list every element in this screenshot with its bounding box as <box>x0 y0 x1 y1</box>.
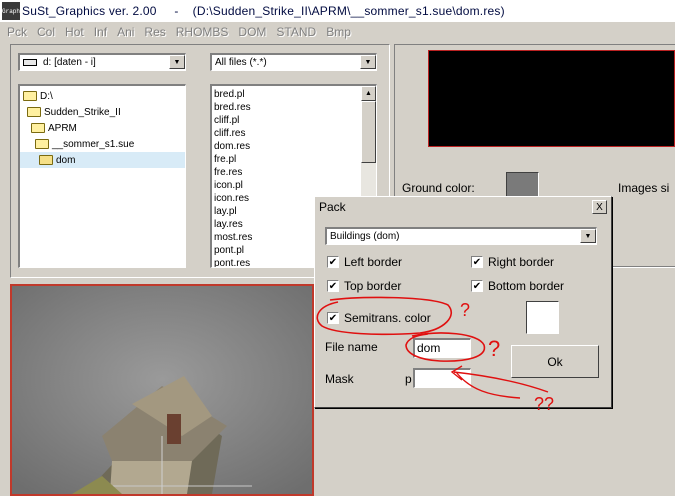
window-title: SuSt_Graphics ver. 2.00 - (D:\Sudden_Str… <box>22 4 505 18</box>
open-folder-icon <box>31 123 45 133</box>
title-bar: Graph SuSt_Graphics ver. 2.00 - (D:\Sudd… <box>0 0 675 22</box>
menu-inf[interactable]: Inf <box>94 25 107 39</box>
chevron-down-icon[interactable]: ▼ <box>360 55 376 69</box>
left-border-label: Left border <box>344 255 403 269</box>
list-item[interactable]: cliff.res <box>212 127 376 140</box>
menu-bar: Pck Col Hot Inf Ani Res RHOMBS DOM STAND… <box>0 22 675 42</box>
menu-hot[interactable]: Hot <box>65 25 84 39</box>
tree-item-d-drive[interactable]: D:\ <box>20 88 185 104</box>
pack-dialog: Pack X Buildings (dom) ▼ ✔ Left border ✔ R… <box>314 196 612 408</box>
scroll-thumb[interactable] <box>361 101 376 163</box>
pack-type-select[interactable]: Buildings (dom) ▼ <box>325 227 597 245</box>
list-item[interactable]: cliff.pl <box>212 114 376 127</box>
semitrans-color-label: Semitrans. color <box>344 311 431 325</box>
open-folder-icon <box>27 107 41 117</box>
semitrans-color-swatch[interactable] <box>526 301 559 334</box>
app-icon: Graph <box>2 2 20 20</box>
menu-dom[interactable]: DOM <box>238 25 266 39</box>
mask-input[interactable] <box>413 368 471 388</box>
close-icon[interactable]: X <box>592 200 607 214</box>
file-name-label: File name <box>325 340 378 354</box>
menu-bmp[interactable]: Bmp <box>326 25 351 39</box>
check-icon: ✔ <box>471 256 483 268</box>
list-item[interactable]: bred.pl <box>212 88 376 101</box>
right-panel-divider <box>612 266 675 268</box>
chevron-down-icon[interactable]: ▼ <box>580 229 596 243</box>
menu-rhombs[interactable]: RHOMBS <box>176 25 229 39</box>
menu-res[interactable]: Res <box>144 25 165 39</box>
menu-stand[interactable]: STAND <box>276 25 316 39</box>
tree-item-aprm[interactable]: APRM <box>20 120 185 136</box>
dialog-title-bar: Pack X <box>315 197 611 217</box>
drive-value: d: [daten - i] <box>43 57 96 68</box>
dialog-title: Pack <box>319 200 346 214</box>
semitrans-color-checkbox[interactable]: ✔ Semitrans. color <box>327 311 431 325</box>
tree-item-sommer[interactable]: __sommer_s1.sue <box>20 136 185 152</box>
ok-button[interactable]: Ok <box>511 345 599 378</box>
list-item[interactable]: fre.res <box>212 166 376 179</box>
bottom-border-label: Bottom border <box>488 279 565 293</box>
list-item[interactable]: dom.res <box>212 140 376 153</box>
sprite-preview: 1 <box>10 284 314 496</box>
check-icon: ✔ <box>327 280 339 292</box>
open-folder-icon <box>23 91 37 101</box>
bottom-border-checkbox[interactable]: ✔ Bottom border <box>471 279 564 293</box>
file-filter-value: All files (*.*) <box>215 57 267 68</box>
check-icon: ✔ <box>327 312 339 324</box>
ground-color-label: Ground color: <box>402 181 475 195</box>
menu-col[interactable]: Col <box>37 25 55 39</box>
drive-select[interactable]: d: [daten - i] ▼ <box>18 53 186 71</box>
tree-item-sudden-strike[interactable]: Sudden_Strike_II <box>20 104 185 120</box>
list-item[interactable]: icon.pl <box>212 179 376 192</box>
check-icon: ✔ <box>327 256 339 268</box>
tree-item-dom[interactable]: dom <box>20 152 185 168</box>
top-border-checkbox[interactable]: ✔ Top border <box>327 279 401 293</box>
folder-icon <box>39 155 53 165</box>
chevron-down-icon[interactable]: ▼ <box>169 55 185 69</box>
mask-label: Mask <box>325 372 354 386</box>
file-name-input[interactable]: dom <box>413 338 471 358</box>
chevron-up-icon[interactable]: ▲ <box>361 86 376 101</box>
directory-tree[interactable]: D:\ Sudden_Strike_II APRM __sommer_s1.su… <box>18 84 186 268</box>
open-folder-icon <box>35 139 49 149</box>
list-item[interactable]: fre.pl <box>212 153 376 166</box>
mask-prefix: p <box>405 372 412 386</box>
drive-icon <box>23 59 37 66</box>
file-filter-select[interactable]: All files (*.*) ▼ <box>210 53 377 71</box>
menu-pck[interactable]: Pck <box>7 25 27 39</box>
building-sprite-image <box>12 286 312 494</box>
menu-ani[interactable]: Ani <box>117 25 134 39</box>
ground-color-swatch[interactable] <box>506 172 539 198</box>
pack-type-value: Buildings (dom) <box>330 231 400 242</box>
right-border-checkbox[interactable]: ✔ Right border <box>471 255 554 269</box>
list-item[interactable]: bred.res <box>212 101 376 114</box>
left-border-checkbox[interactable]: ✔ Left border <box>327 255 402 269</box>
right-border-label: Right border <box>488 255 555 269</box>
images-size-label: Images si <box>618 181 670 195</box>
check-icon: ✔ <box>471 280 483 292</box>
top-border-label: Top border <box>344 279 402 293</box>
black-preview-panel <box>428 50 675 147</box>
